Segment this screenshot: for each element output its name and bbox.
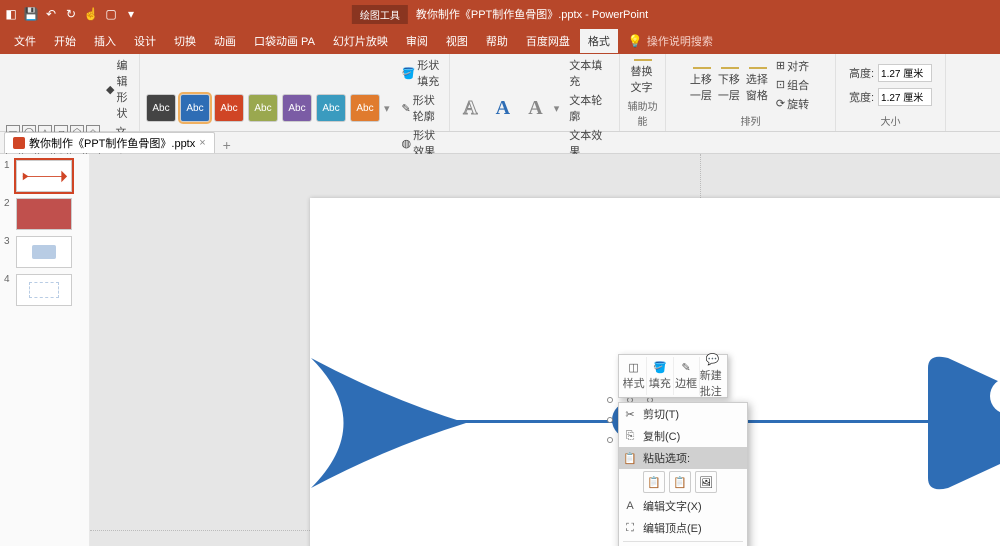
group-button[interactable]: ⊡组合 [774,76,811,94]
mini-comment-button[interactable]: 💬新建批注 [700,357,725,395]
scissors-icon: ✂ [623,407,637,421]
align-button[interactable]: ⊞对齐 [774,57,811,75]
width-label: 宽度: [849,89,874,105]
edit-text-icon: A [623,499,637,513]
ctx-edit-text[interactable]: A编辑文字(X) [619,495,747,517]
bring-forward-button[interactable]: 上移一层 [690,67,714,103]
tab-design[interactable]: 设计 [126,29,164,53]
menu-bar: 文件 开始 插入 设计 切换 动画 口袋动画 PA 幻灯片放映 审阅 视图 帮助… [0,28,1000,54]
tab-file[interactable]: 文件 [6,29,44,53]
app-icon: ◧ [4,7,18,21]
mini-toolbar: ◫样式 🪣填充 ✎边框 💬新建批注 [618,354,728,398]
save-icon[interactable]: 💾 [24,7,38,21]
thumb-2[interactable] [16,198,72,230]
bulb-icon: 💡 [628,34,643,48]
edit-points-icon: ⛶ [623,521,637,535]
mini-fill-button[interactable]: 🪣填充 [647,357,673,395]
edit-shape-button[interactable]: ◆编辑形状 [104,56,133,122]
shape-outline-button[interactable]: ✎形状轮廓 [400,91,443,125]
contextual-tab-label: 绘图工具 [352,5,408,24]
tab-view[interactable]: 视图 [438,29,476,53]
ctx-edit-points[interactable]: ⛶编辑顶点(E) [619,517,747,539]
qat-more-icon[interactable]: ▾ [124,7,138,21]
ppt-file-icon [13,137,25,149]
window-title: 教你制作《PPT制作鱼骨图》.pptx - PowerPoint [416,6,648,22]
text-outline-button[interactable]: 文本轮廓 [567,91,613,125]
group-label-arrange: 排列 [741,113,761,131]
tab-insert[interactable]: 插入 [86,29,124,53]
ctx-paste-label: 📋粘贴选项: [619,447,747,469]
mini-outline-button[interactable]: ✎边框 [674,357,700,395]
tab-home[interactable]: 开始 [46,29,84,53]
touch-icon[interactable]: ☝ [84,7,98,21]
thumb-4[interactable] [16,274,72,306]
send-backward-button[interactable]: 下移一层 [718,67,742,103]
thumb-3[interactable] [16,236,72,268]
paste-opt-1[interactable]: 📋 [643,471,665,493]
tab-animations[interactable]: 动画 [206,29,244,53]
clipboard-icon: 📋 [623,451,637,465]
ctx-cut[interactable]: ✂剪切(T) [619,403,747,425]
ctx-copy[interactable]: ⎘复制(C) [619,425,747,447]
redo-icon[interactable]: ↻ [64,7,78,21]
fish-tail-shape[interactable] [306,348,476,498]
thumb-1[interactable] [16,160,72,192]
tell-me-search[interactable]: 💡 操作说明搜索 [628,33,713,49]
mini-style-button[interactable]: ◫样式 [621,357,647,395]
text-fill-button[interactable]: 文本填充 [567,56,613,90]
fish-head-shape[interactable] [918,338,1000,508]
group-label-size: 大小 [881,113,901,131]
height-input[interactable] [878,64,932,82]
height-label: 高度: [849,65,874,81]
shape-style-gallery[interactable]: Abc Abc Abc Abc Abc Abc Abc ▾ [146,94,390,122]
ribbon: ▭◯△▱⬠◇ ▢△⬡◯{} ∖╲↘()⋯ ◆编辑形状 A文本框 ◉合并形状 插入… [0,54,1000,132]
add-tab-button[interactable]: + [217,137,237,153]
tab-review[interactable]: 审阅 [398,29,436,53]
paste-opt-3[interactable]: 🖼 [695,471,717,493]
shape-fill-button[interactable]: 🪣形状填充 [400,56,443,90]
copy-icon: ⎘ [623,429,637,443]
width-input[interactable] [878,88,932,106]
tab-format[interactable]: 格式 [580,29,618,53]
slideshow-icon[interactable]: ▢ [104,7,118,21]
search-placeholder: 操作说明搜索 [647,33,713,49]
tab-help[interactable]: 帮助 [478,29,516,53]
close-tab-icon[interactable]: × [199,137,205,149]
context-menu: ✂剪切(T) ⎘复制(C) 📋粘贴选项: 📋 📋 🖼 A编辑文字(X) ⛶编辑顶… [618,402,748,546]
slide-canvas[interactable]: ◫样式 🪣填充 ✎边框 💬新建批注 ✂剪切(T) ⎘复制(C) 📋粘贴选项: 📋… [90,154,1000,546]
paste-opt-2[interactable]: 📋 [669,471,691,493]
tab-pocket[interactable]: 口袋动画 PA [246,29,323,53]
document-tab-label: 教你制作《PPT制作鱼骨图》.pptx [29,135,195,151]
selection-pane-button[interactable]: 选择窗格 [746,67,770,103]
rotate-button[interactable]: ⟳旋转 [774,95,811,113]
document-tab[interactable]: 教你制作《PPT制作鱼骨图》.pptx × [4,132,215,153]
undo-icon[interactable]: ↶ [44,7,58,21]
group-label-acc: 辅助功能 [626,98,659,131]
alt-text-button[interactable]: 替换文字 [631,59,655,95]
tab-baidu[interactable]: 百度网盘 [518,29,578,53]
tab-transitions[interactable]: 切换 [166,29,204,53]
slide-thumbnails: 1 2 3 4 [0,154,90,546]
tab-slideshow[interactable]: 幻灯片放映 [325,29,396,53]
